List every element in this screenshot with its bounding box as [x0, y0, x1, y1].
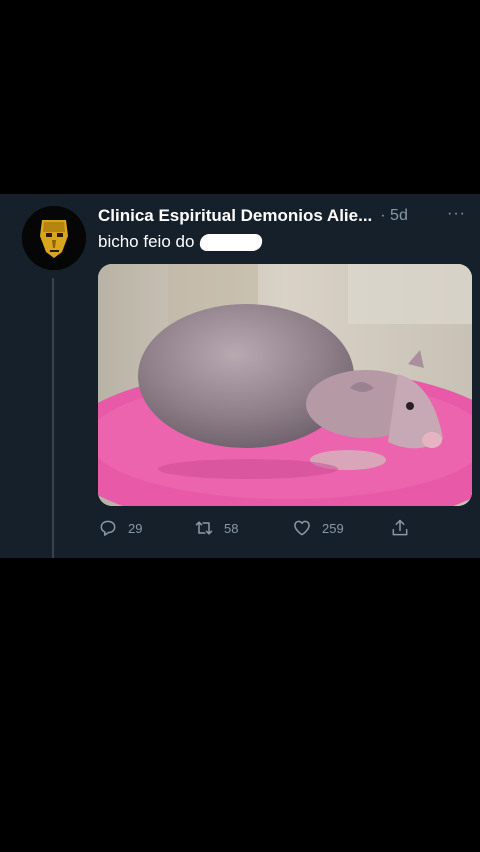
- like-button[interactable]: 259: [292, 518, 344, 538]
- thread-line: [52, 278, 54, 558]
- reply-button[interactable]: 29: [98, 518, 142, 538]
- more-options-icon[interactable]: ···: [447, 204, 466, 224]
- tweet-text: bicho feio do: [98, 232, 264, 252]
- heart-icon: [294, 520, 310, 536]
- retweet-button[interactable]: 58: [194, 518, 238, 538]
- retweet-icon: [195, 521, 213, 535]
- tweet-photo[interactable]: [98, 264, 472, 506]
- like-count: 259: [322, 520, 344, 536]
- timestamp[interactable]: · 5d: [380, 207, 408, 225]
- tweet-actions: 29 58 259: [98, 516, 428, 540]
- avatar-image: [22, 206, 86, 270]
- reply-icon: [100, 520, 116, 536]
- hedgehog-photo: [98, 264, 472, 506]
- retweet-count: 58: [224, 520, 239, 536]
- author-name[interactable]: Clinica Espiritual Demonios Alie...: [98, 206, 372, 226]
- tweet-header: Clinica Espiritual Demonios Alie... · 5d…: [98, 204, 472, 228]
- screen-frame: Clinica Espiritual Demonios Alie... · 5d…: [0, 0, 480, 852]
- share-icon: [392, 519, 408, 536]
- tweet-card[interactable]: Clinica Espiritual Demonios Alie... · 5d…: [0, 194, 480, 558]
- tweet-text-content: bicho feio do: [98, 232, 195, 251]
- avatar[interactable]: [22, 206, 86, 270]
- redaction-mark: [199, 233, 264, 251]
- reply-count: 29: [128, 520, 143, 536]
- share-button[interactable]: [390, 518, 420, 538]
